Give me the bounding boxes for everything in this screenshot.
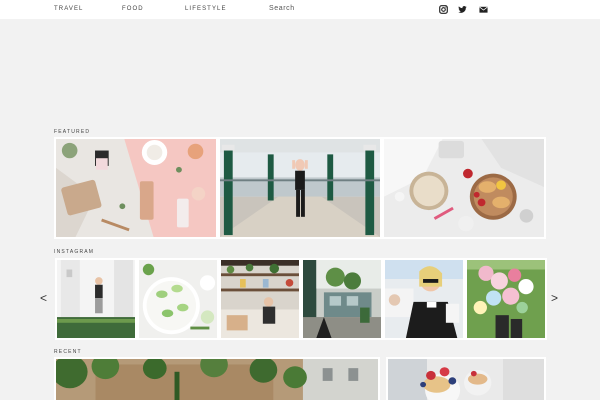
carousel-next-arrow[interactable]: > (551, 292, 558, 304)
instagram-photo[interactable] (383, 258, 465, 340)
nav-link-food[interactable]: FOOD (122, 6, 144, 12)
instagram-photo[interactable] (219, 258, 301, 340)
instagram-section-label: INSTAGRAM (54, 249, 95, 255)
recent-post-dessert[interactable] (386, 357, 546, 400)
recent-section-label: RECENT (54, 349, 82, 355)
featured-post-picnic[interactable] (382, 137, 546, 239)
nav-link-lifestyle[interactable]: LIFESTYLE (185, 6, 227, 12)
instagram-icon[interactable] (439, 5, 448, 14)
featured-section-label: FEATURED (54, 129, 91, 135)
instagram-photo[interactable] (55, 258, 137, 340)
carousel-prev-arrow[interactable]: < (40, 292, 47, 304)
nav-link-travel[interactable]: TRAVEL (54, 6, 84, 12)
twitter-icon[interactable] (458, 5, 467, 14)
instagram-photo[interactable] (137, 258, 219, 340)
instagram-photo[interactable] (465, 258, 547, 340)
recent-post-garden[interactable] (54, 357, 380, 400)
search-link[interactable]: Search (269, 5, 295, 12)
featured-post-pier[interactable] (218, 137, 382, 239)
top-navigation-bar: TRAVEL FOOD LIFESTYLE Search (0, 0, 600, 19)
mail-icon[interactable] (479, 5, 488, 14)
featured-post-flatlay[interactable] (54, 137, 218, 239)
instagram-photo[interactable] (301, 258, 383, 340)
